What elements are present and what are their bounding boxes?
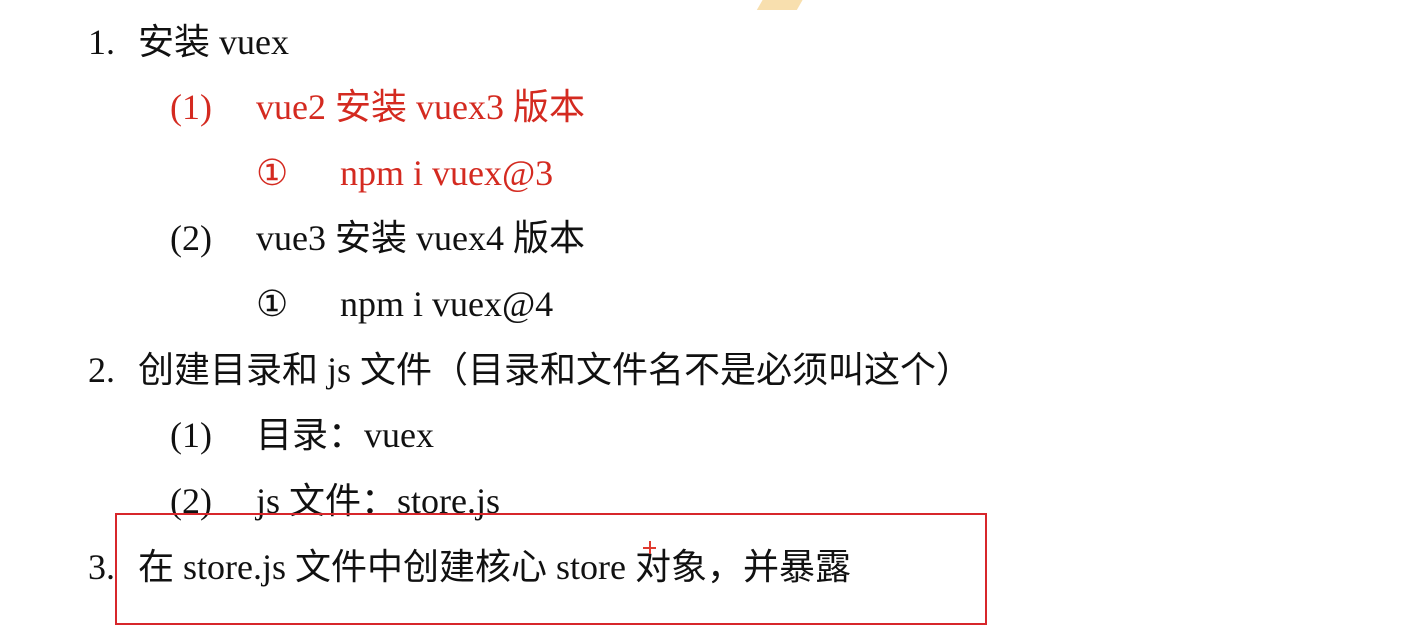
list-text: 安装 vuex [138,22,289,62]
list-text: 目录：vuex [256,415,434,455]
decorative-corner-mark [756,0,808,10]
circled-number: ① [256,284,289,324]
list-number: 1. [88,22,115,62]
list-text: npm i vuex@3 [340,153,554,193]
list-text: vue2 安装 vuex3 版本 [256,87,585,127]
list-number: (1) [170,415,212,455]
list-number: 3. [88,547,115,587]
list-number: (2) [170,481,212,521]
list-number: (2) [170,218,212,258]
crosshair-cursor-icon [643,541,656,554]
circled-number: ① [256,153,289,193]
list-number: (1) [170,87,212,127]
list-text: js 文件：store.js [256,481,501,521]
list-number: 2. [88,350,115,390]
list-text: npm i vuex@4 [340,284,554,324]
list-text: vue3 安装 vuex4 版本 [256,218,585,258]
list-text: 在 store.js 文件中创建核心 store 对象，并暴露 [138,547,851,587]
list-text: 创建目录和 js 文件（目录和文件名不是必须叫这个） [138,350,973,390]
